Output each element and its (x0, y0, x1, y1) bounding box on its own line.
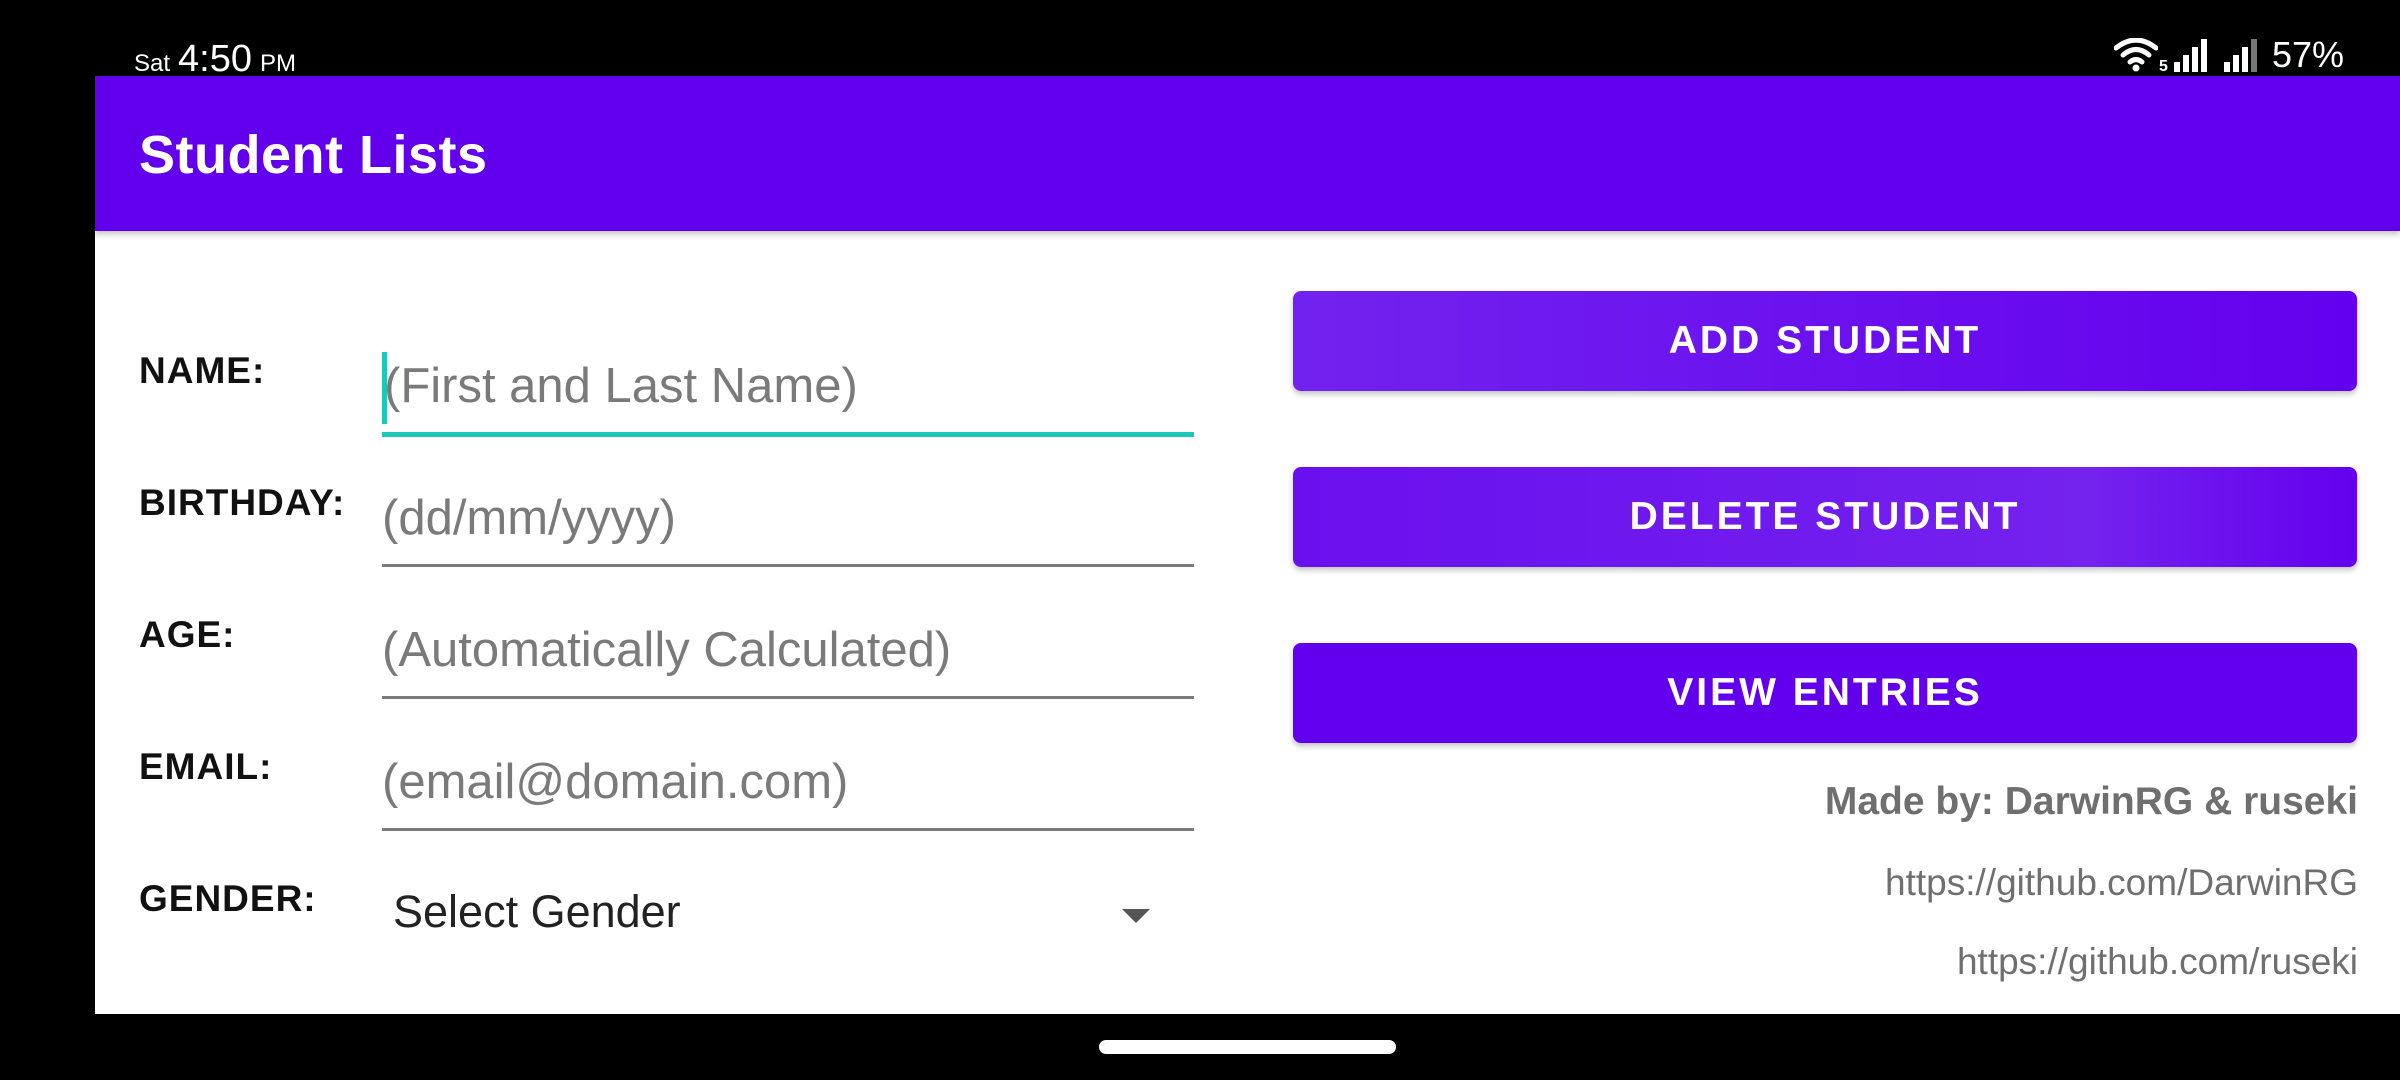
signal-icon (2222, 38, 2258, 72)
email-placeholder: (email@domain.com) (382, 755, 849, 809)
chevron-down-icon[interactable] (1122, 909, 1150, 923)
age-underline (382, 696, 1194, 699)
age-label: AGE: (139, 614, 236, 655)
gender-selected-value: Select Gender (393, 886, 681, 937)
delete-student-button[interactable]: DELETE STUDENT (1293, 467, 2357, 567)
view-entries-button[interactable]: VIEW ENTRIES (1293, 643, 2357, 743)
add-student-button[interactable]: ADD STUDENT (1293, 291, 2357, 391)
birthday-label: BIRTHDAY: (139, 482, 346, 523)
name-label: NAME: (139, 350, 266, 391)
birthday-placeholder: (dd/mm/yyyy) (382, 491, 676, 545)
wifi-icon: 5 (2113, 38, 2168, 75)
status-icons: 5 57% (2113, 34, 2344, 76)
status-time: 4:50 (178, 38, 252, 80)
signal-icon (2172, 38, 2208, 72)
email-label: EMAIL: (139, 746, 273, 787)
network-badge: 5 (2159, 58, 2168, 75)
status-bar: Sat 4:50 PM 5 57% (0, 0, 2400, 80)
status-day: Sat (134, 50, 171, 77)
name-placeholder: (First and Last Name) (384, 359, 858, 413)
birthday-underline (382, 564, 1194, 567)
age-placeholder: (Automatically Calculated) (382, 623, 952, 677)
app-bar: Student Lists (95, 76, 2400, 231)
credits-link-darwinrg[interactable]: https://github.com/DarwinRG (1885, 862, 2358, 904)
app-window: Student Lists NAME: (First and Last Name… (95, 76, 2400, 1014)
name-underline (382, 432, 1194, 437)
gender-select[interactable]: Select Gender (382, 870, 1194, 950)
status-clock: Sat 4:50 PM (134, 38, 296, 81)
status-ampm: PM (260, 50, 296, 77)
battery-text: 57% (2271, 34, 2344, 75)
home-indicator[interactable] (1099, 1040, 1396, 1054)
app-title: Student Lists (139, 125, 488, 185)
credits-made-by: Made by: DarwinRG & ruseki (1824, 780, 2358, 823)
credits-link-ruseki[interactable]: https://github.com/ruseki (1957, 941, 2358, 983)
gender-label: GENDER: (139, 878, 317, 919)
email-underline (382, 828, 1194, 831)
